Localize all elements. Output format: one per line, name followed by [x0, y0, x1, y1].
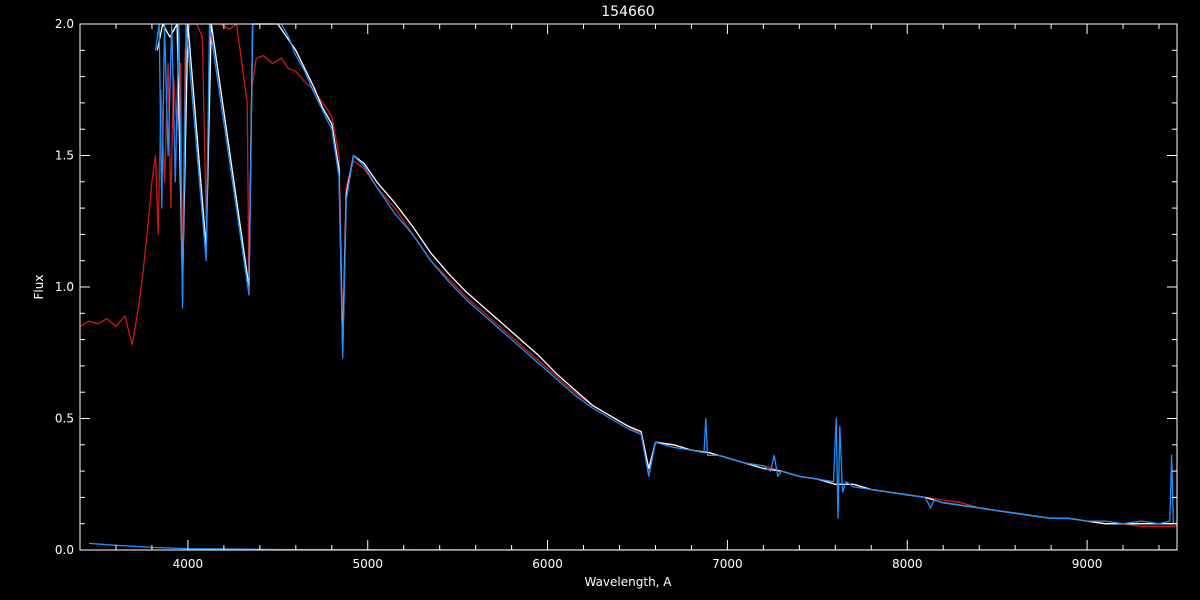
x-tick-label: 6000: [532, 557, 563, 571]
y-tick-label: 2.0: [55, 17, 74, 31]
chart-title: 154660: [601, 4, 654, 20]
y-tick-label: 0.0: [55, 543, 74, 557]
y-tick-label: 1.5: [55, 149, 74, 163]
x-axis-label: Wavelength, A: [584, 575, 672, 589]
y-axis-label: Flux: [32, 275, 46, 300]
y-tick-label: 1.0: [55, 280, 74, 294]
spectrum-chart: 4000 5000 6000 7000 8000 9000 0.0 0.5 1.0 1.5 2.0…: [0, 0, 1200, 600]
x-tick-label: 7000: [712, 557, 743, 571]
y-tick-label: 0.5: [55, 412, 74, 426]
x-tick-label: 9000: [1072, 557, 1103, 571]
x-tick-label: 4000: [173, 557, 204, 571]
x-tick-label: 8000: [892, 557, 923, 571]
x-tick-label: 5000: [352, 557, 383, 571]
